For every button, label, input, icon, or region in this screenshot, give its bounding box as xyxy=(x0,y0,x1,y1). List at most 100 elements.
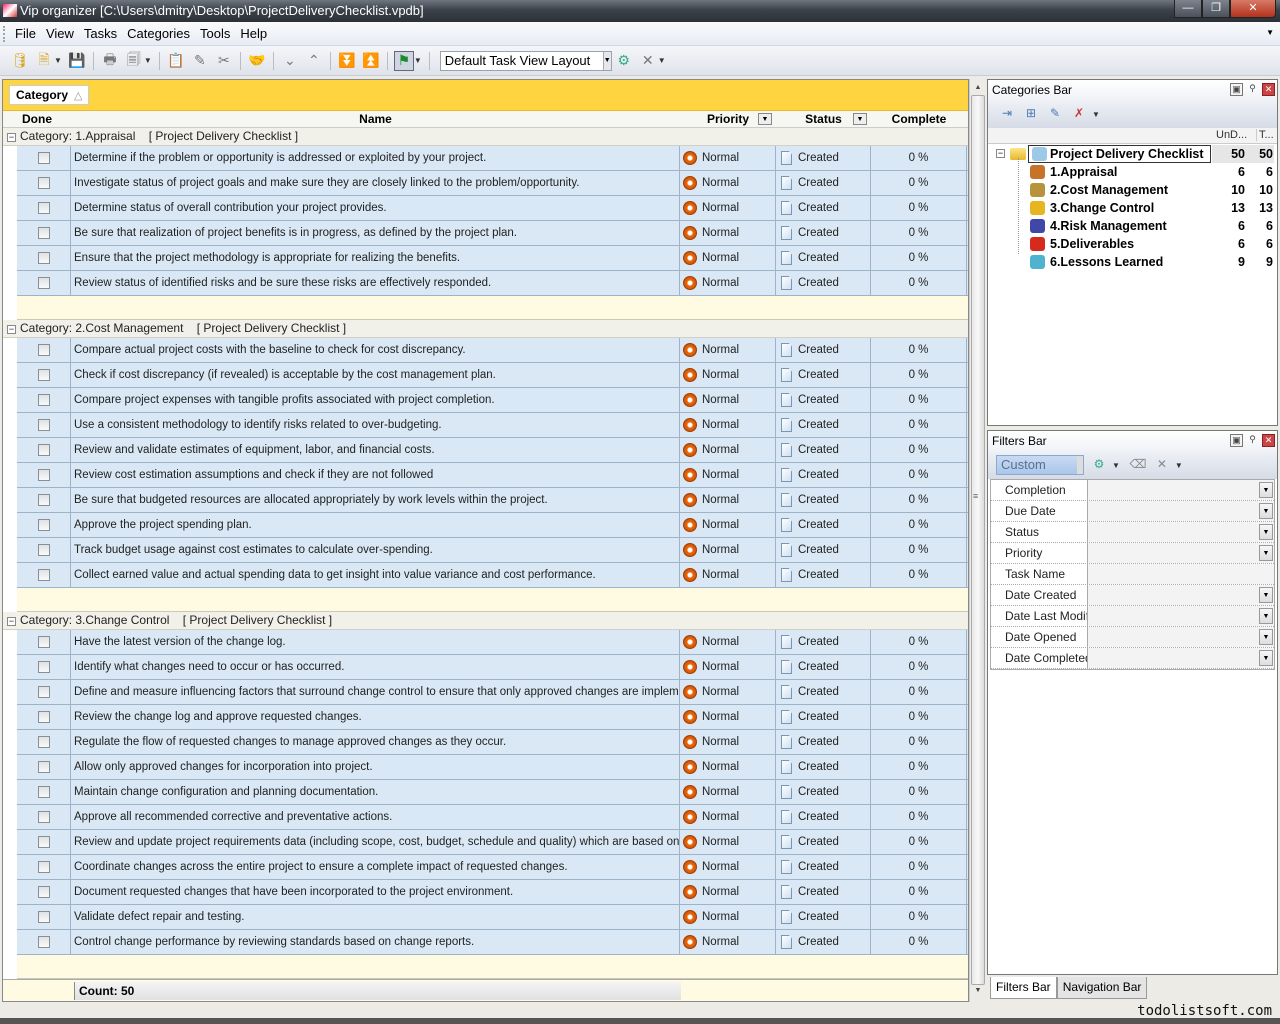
status-cell[interactable]: Created xyxy=(776,755,871,779)
complete-cell[interactable]: 0 % xyxy=(871,805,967,829)
category-item[interactable]: 6.Lessons Learned 9 9 xyxy=(988,253,1277,271)
group-by-category-chip[interactable]: Category △ xyxy=(9,85,90,105)
complete-cell[interactable]: 0 % xyxy=(871,855,967,879)
priority-cell[interactable]: Normal xyxy=(680,655,776,679)
status-cell[interactable]: Created xyxy=(776,855,871,879)
delete-filter-icon[interactable]: ✕ xyxy=(1153,457,1171,473)
menu-help[interactable]: Help xyxy=(235,22,272,46)
status-cell[interactable]: Created xyxy=(776,363,871,387)
task-row[interactable]: Investigate status of project goals and … xyxy=(17,171,968,196)
task-row[interactable]: Review status of identified risks and be… xyxy=(17,271,968,296)
complete-cell[interactable]: 0 % xyxy=(871,438,967,462)
task-name[interactable]: Regulate the flow of requested changes t… xyxy=(71,730,680,754)
task-row[interactable]: Maintain change configuration and planni… xyxy=(17,780,968,805)
task-name[interactable]: Control change performance by reviewing … xyxy=(71,930,680,954)
priority-cell[interactable]: Normal xyxy=(680,438,776,462)
task-row[interactable]: Determine status of overall contribution… xyxy=(17,196,968,221)
done-checkbox[interactable] xyxy=(37,911,50,923)
status-cell[interactable]: Created xyxy=(776,930,871,954)
scroll-down-icon[interactable]: ▼ xyxy=(972,984,984,998)
task-view-layout-select[interactable]: Default Task View Layout ▼ xyxy=(439,50,612,71)
priority-cell[interactable]: Normal xyxy=(680,855,776,879)
task-name[interactable]: Compare actual project costs with the ba… xyxy=(71,338,680,362)
edit-task-icon[interactable]: ✎ xyxy=(190,51,210,71)
status-cell[interactable]: Created xyxy=(776,488,871,512)
status-cell[interactable]: Created xyxy=(776,563,871,587)
status-cell[interactable]: Created xyxy=(776,830,871,854)
apply-filter-dropdown-icon[interactable]: ▼ xyxy=(1112,461,1120,470)
status-cell[interactable]: Created xyxy=(776,905,871,929)
menu-view[interactable]: View xyxy=(41,22,79,46)
task-row[interactable]: Review and validate estimates of equipme… xyxy=(17,438,968,463)
priority-cell[interactable]: Normal xyxy=(680,930,776,954)
done-checkbox[interactable] xyxy=(37,836,50,848)
done-checkbox[interactable] xyxy=(37,444,50,456)
task-row[interactable]: Compare project expenses with tangible p… xyxy=(17,388,968,413)
status-filter-dropdown-icon[interactable]: ▼ xyxy=(853,113,867,125)
task-row[interactable]: Be sure that budgeted resources are allo… xyxy=(17,488,968,513)
task-name[interactable]: Document requested changes that have bee… xyxy=(71,880,680,904)
status-cell[interactable]: Created xyxy=(776,630,871,654)
priority-cell[interactable]: Normal xyxy=(680,338,776,362)
layout-dropdown-icon[interactable]: ▼ xyxy=(658,56,666,65)
task-row[interactable]: Review the change log and approve reques… xyxy=(17,705,968,730)
database-icon[interactable]: 🛢 xyxy=(10,51,30,71)
done-checkbox[interactable] xyxy=(37,277,50,289)
task-name[interactable]: Investigate status of project goals and … xyxy=(71,171,680,195)
add-subcategory-icon[interactable]: ⊞ xyxy=(1022,106,1040,122)
done-checkbox[interactable] xyxy=(37,861,50,873)
open-database-icon[interactable]: 🗎 xyxy=(34,51,54,71)
filter-value[interactable]: ▼ xyxy=(1088,627,1274,647)
task-name[interactable]: Review and validate estimates of equipme… xyxy=(71,438,680,462)
priority-cell[interactable]: Normal xyxy=(680,463,776,487)
done-checkbox[interactable] xyxy=(37,711,50,723)
task-row[interactable]: Identify what changes need to occur or h… xyxy=(17,655,968,680)
task-name[interactable]: Allow only approved changes for incorpor… xyxy=(71,755,680,779)
priority-cell[interactable]: Normal xyxy=(680,538,776,562)
chevron-down-icon[interactable]: ▼ xyxy=(1259,482,1273,498)
category-item[interactable]: 3.Change Control 13 13 xyxy=(988,199,1277,217)
collapse-icon[interactable]: − xyxy=(7,617,16,626)
chevron-down-icon[interactable]: ▼ xyxy=(1259,587,1273,603)
restore-button[interactable]: ❐ xyxy=(1202,0,1230,18)
done-checkbox[interactable] xyxy=(37,686,50,698)
task-name[interactable]: Define and measure influencing factors t… xyxy=(71,680,680,704)
tab-filters-bar[interactable]: Filters Bar xyxy=(990,977,1057,999)
column-done[interactable]: Done xyxy=(3,111,71,127)
done-checkbox[interactable] xyxy=(37,202,50,214)
priority-cell[interactable]: Normal xyxy=(680,146,776,170)
task-name[interactable]: Collect earned value and actual spending… xyxy=(71,563,680,587)
category-group-header[interactable]: − Category: 2.Cost Management [ Project D… xyxy=(3,320,968,338)
priority-cell[interactable]: Normal xyxy=(680,271,776,295)
column-name[interactable]: Name xyxy=(71,111,680,127)
done-checkbox[interactable] xyxy=(37,636,50,648)
close-panel-icon[interactable]: ✕ xyxy=(1262,83,1275,96)
done-checkbox[interactable] xyxy=(37,419,50,431)
complete-cell[interactable]: 0 % xyxy=(871,271,967,295)
task-row[interactable]: Compare actual project costs with the ba… xyxy=(17,338,968,363)
complete-cell[interactable]: 0 % xyxy=(871,905,967,929)
priority-cell[interactable]: Normal xyxy=(680,563,776,587)
edit-category-icon[interactable]: ✎ xyxy=(1046,106,1064,122)
menu-categories[interactable]: Categories xyxy=(122,22,195,46)
chevron-down-icon[interactable]: ▼ xyxy=(1259,629,1273,645)
complete-cell[interactable]: 0 % xyxy=(871,830,967,854)
status-cell[interactable]: Created xyxy=(776,146,871,170)
done-checkbox[interactable] xyxy=(37,736,50,748)
category-group-header[interactable]: − Category: 1.Appraisal [ Project Deliver… xyxy=(3,128,968,146)
done-checkbox[interactable] xyxy=(37,786,50,798)
print-preview-icon[interactable]: 🗐 xyxy=(124,51,144,71)
minimize-button[interactable]: — xyxy=(1174,0,1202,18)
task-row[interactable]: Validate defect repair and testing. Norm… xyxy=(17,905,968,930)
done-checkbox[interactable] xyxy=(37,152,50,164)
complete-cell[interactable]: 0 % xyxy=(871,730,967,754)
close-panel-icon[interactable]: ✕ xyxy=(1262,434,1275,447)
task-row[interactable]: Review and update project requirements d… xyxy=(17,830,968,855)
complete-cell[interactable]: 0 % xyxy=(871,780,967,804)
priority-cell[interactable]: Normal xyxy=(680,680,776,704)
category-root[interactable]: − Project Delivery Checklist 50 50 xyxy=(988,145,1277,163)
filter-value[interactable]: ▼ xyxy=(1088,543,1274,563)
task-name[interactable]: Check if cost discrepancy (if revealed) … xyxy=(71,363,680,387)
done-checkbox[interactable] xyxy=(37,569,50,581)
task-name[interactable]: Be sure that realization of project bene… xyxy=(71,221,680,245)
